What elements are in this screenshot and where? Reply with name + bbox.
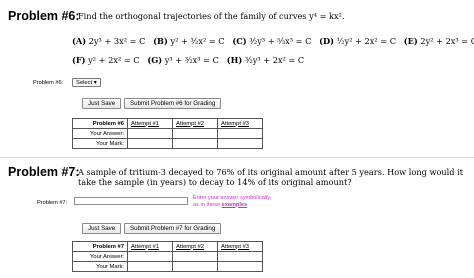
attempt-link[interactable]: Attempt #2 [176, 244, 204, 250]
attempt-link[interactable]: Attempt #1 [131, 244, 159, 250]
examples-link[interactable]: examples [222, 202, 248, 208]
problem6-just-save-button[interactable]: Just Save [82, 98, 122, 109]
problem6-select-label: Problem #6: [33, 80, 64, 86]
option-f: (F) y² + 2x² = C [72, 55, 140, 65]
option-e: (E) 2y² + 2x³ = C [403, 36, 474, 46]
problem7-hint: Enter your answer symbolically, as in th… [193, 195, 272, 208]
table-row: Your Mark: [72, 261, 263, 272]
row-label: Your Mark: [72, 261, 128, 272]
problem7-just-save-button[interactable]: Just Save [82, 223, 122, 234]
table-row: Your Answer: [72, 251, 263, 262]
divider [0, 157, 474, 158]
problem6-options-row2: (F) y² + 2x² = C (G) y³ + ³⁄₂x³ = C (H) … [72, 55, 304, 65]
attempt-link[interactable]: Attempt #3 [221, 121, 249, 127]
table-row: Your Mark: [72, 138, 263, 149]
problem6-answer-select[interactable]: Select ▾ [72, 78, 101, 87]
option-a: (A) 2y³ + 3x² = C [72, 36, 146, 46]
chevron-down-icon: ▾ [93, 80, 97, 86]
row-label: Your Answer: [72, 128, 128, 139]
problem7-title: Problem #7: [8, 165, 80, 179]
attempt-link[interactable]: Attempt #3 [221, 244, 249, 250]
option-h: (H) ³⁄₂y³ + 2x² = C [226, 55, 305, 65]
problem6-title: Problem #6: [8, 9, 80, 23]
problem6-options-row1: (A) 2y³ + 3x² = C (B) y² + ³⁄₂x² = C (C)… [72, 36, 474, 46]
problem7-input-label: Problem #7: [37, 200, 68, 206]
option-d: (D) ½y² + 2x² = C [319, 36, 396, 46]
option-b: (B) y² + ³⁄₂x² = C [153, 36, 225, 46]
problem7-results-table: Problem #7 Attempt #1 Attempt #2 Attempt… [72, 241, 263, 272]
table-row: Your Answer: [72, 128, 263, 139]
attempt-link[interactable]: Attempt #1 [131, 121, 159, 127]
problem7-question: A sample of tritium-3 decayed to 76% of … [78, 167, 464, 187]
problem7-answer-input[interactable] [74, 197, 188, 205]
attempt-link[interactable]: Attempt #2 [176, 121, 204, 127]
table-header: Problem #7 [72, 241, 128, 252]
table-header: Problem #6 [72, 118, 128, 129]
problem6-question: Find the orthogonal trajectories of the … [78, 11, 345, 21]
row-label: Your Answer: [72, 251, 128, 262]
option-g: (G) y³ + ³⁄₂x³ = C [147, 55, 219, 65]
problem6-submit-button[interactable]: Submit Problem #6 for Grading [124, 98, 222, 109]
option-c: (C) ³⁄₂y³ + ⁵⁄₃x³ = C [232, 36, 312, 46]
row-label: Your Mark: [72, 138, 128, 149]
problem6-results-table: Problem #6 Attempt #1 Attempt #2 Attempt… [72, 118, 263, 149]
problem7-submit-button[interactable]: Submit Problem #7 for Grading [124, 223, 222, 234]
